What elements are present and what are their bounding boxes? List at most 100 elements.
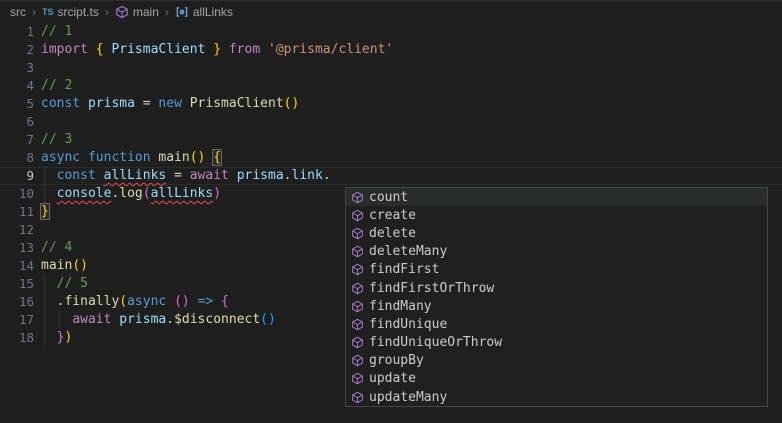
ts-file-icon-label: TS (42, 7, 54, 17)
suggestion-label: findUniqueOrThrow (369, 335, 502, 350)
code-token: PrismaClient (111, 42, 213, 57)
suggestion-item-findMany[interactable]: findMany (346, 297, 767, 315)
code-line[interactable]: 4 // 2 (0, 77, 782, 95)
breadcrumb-item-allLinks[interactable]: allLinks (175, 5, 233, 19)
code-token: new (158, 96, 189, 111)
breadcrumb-item-label: src (10, 5, 26, 19)
code-token: { (221, 294, 229, 309)
code-token: link (292, 168, 323, 183)
code-line-content: // 1 (41, 23, 72, 41)
breadcrumb-item-srcipt.ts[interactable]: TS srcipt.ts (42, 5, 99, 19)
suggestion-label: count (369, 190, 408, 205)
code-token: ( (143, 186, 151, 201)
code-token: await (190, 168, 237, 183)
suggestion-label: findMany (369, 299, 432, 314)
code-token (213, 294, 221, 309)
code-token: . (284, 168, 292, 183)
indent-guide (44, 275, 45, 347)
code-token: { (213, 150, 221, 165)
code-token: allLinks (151, 186, 214, 201)
symbol-method-icon (349, 317, 365, 331)
suggestion-item-findUnique[interactable]: findUnique (346, 315, 767, 333)
indent-guide (59, 311, 60, 329)
symbol-method-icon (115, 5, 129, 19)
code-line[interactable]: 6 (0, 113, 782, 131)
code-token: main (158, 150, 189, 165)
line-number: 1 (0, 23, 34, 41)
line-number: 2 (0, 41, 34, 59)
code-token: prisma (88, 96, 143, 111)
line-number: 5 (0, 95, 34, 113)
breadcrumb-item-main[interactable]: main (115, 5, 159, 19)
code-token: import (41, 42, 96, 57)
symbol-method-icon (349, 299, 365, 313)
symbol-method-icon (349, 372, 365, 386)
code-token: prisma (119, 312, 166, 327)
suggestion-item-update[interactable]: update (346, 370, 767, 388)
code-token: prisma (237, 168, 284, 183)
code-token: '@prisma/client' (268, 42, 393, 57)
indent-guide (44, 167, 45, 203)
suggestion-item-findUniqueOrThrow[interactable]: findUniqueOrThrow (346, 334, 767, 352)
breadcrumb-item-label: main (133, 5, 159, 19)
line-number: 6 (0, 113, 34, 131)
vscode-editor-window: src›TSsrcipt.ts›main›allLinks 1// 12impo… (0, 0, 782, 423)
suggestion-item-create[interactable]: create (346, 206, 767, 224)
breadcrumb: src›TSsrcipt.ts›main›allLinks (0, 1, 782, 23)
code-token: ) (64, 330, 72, 345)
line-number: 12 (0, 221, 34, 239)
symbol-method-icon (349, 190, 365, 204)
code-token: . (166, 312, 174, 327)
code-line-content: await prisma.$disconnect() (41, 311, 276, 329)
code-line-content: console.log(allLinks) (41, 185, 221, 203)
suggestion-item-deleteMany[interactable]: deleteMany (346, 243, 767, 261)
code-line-content: } (41, 203, 49, 221)
suggestion-item-findFirstOrThrow[interactable]: findFirstOrThrow (346, 279, 767, 297)
code-token: . (323, 168, 331, 183)
line-number: 16 (0, 293, 34, 311)
code-line-content: // 2 (41, 77, 72, 95)
code-token: // 4 (41, 240, 72, 255)
breadcrumb-separator: › (165, 5, 169, 19)
code-token: // 2 (41, 78, 72, 93)
code-line[interactable]: 2 import { PrismaClient } from '@prisma/c… (0, 41, 782, 59)
code-token: const (41, 96, 88, 111)
suggestion-item-updateMany[interactable]: updateMany (346, 388, 767, 406)
code-line-content: .finally(async () => { (41, 293, 229, 311)
code-token: ( (119, 294, 127, 309)
breadcrumb-item-label: srcipt.ts (58, 5, 99, 19)
line-number: 3 (0, 59, 34, 77)
code-line[interactable]: 3 (0, 59, 782, 77)
code-line-content: // 5 (41, 275, 88, 293)
breadcrumb-separator: › (32, 5, 36, 19)
code-token: console (57, 186, 112, 201)
line-number: 17 (0, 311, 34, 329)
suggestion-item-groupBy[interactable]: groupBy (346, 352, 767, 370)
symbol-method-icon (349, 245, 365, 259)
code-line-content: import { PrismaClient } from '@prisma/cl… (41, 41, 393, 59)
code-token: $disconnect (174, 312, 260, 327)
code-line[interactable]: 1 // 1 (0, 23, 782, 41)
autocomplete-suggest-widget: countcreatedeletedeleteManyfindFirstfind… (345, 187, 768, 407)
code-line[interactable]: 8async function main() { (0, 149, 782, 167)
breadcrumb-item-label: allLinks (193, 5, 233, 19)
code-line-content: }) (41, 329, 72, 347)
code-token: async function (41, 150, 158, 165)
code-token: () (174, 294, 190, 309)
code-token: allLinks (104, 168, 167, 183)
line-number: 4 (0, 77, 34, 95)
suggestion-item-findFirst[interactable]: findFirst (346, 261, 767, 279)
code-token: = (143, 96, 159, 111)
suggestion-item-count[interactable]: count (346, 188, 767, 206)
code-token (190, 294, 198, 309)
suggestion-label: findUnique (369, 317, 447, 332)
code-line[interactable]: 5const prisma = new PrismaClient() (0, 95, 782, 113)
code-token: () (284, 96, 300, 111)
breadcrumb-item-src[interactable]: src (10, 5, 26, 19)
code-token (41, 312, 72, 327)
suggestion-label: create (369, 208, 416, 223)
code-line-content: async function main() { (41, 149, 221, 167)
code-line-current[interactable]: 9 const allLinks = await prisma.link. (0, 167, 782, 185)
code-line[interactable]: 7// 3 (0, 131, 782, 149)
suggestion-item-delete[interactable]: delete (346, 224, 767, 242)
